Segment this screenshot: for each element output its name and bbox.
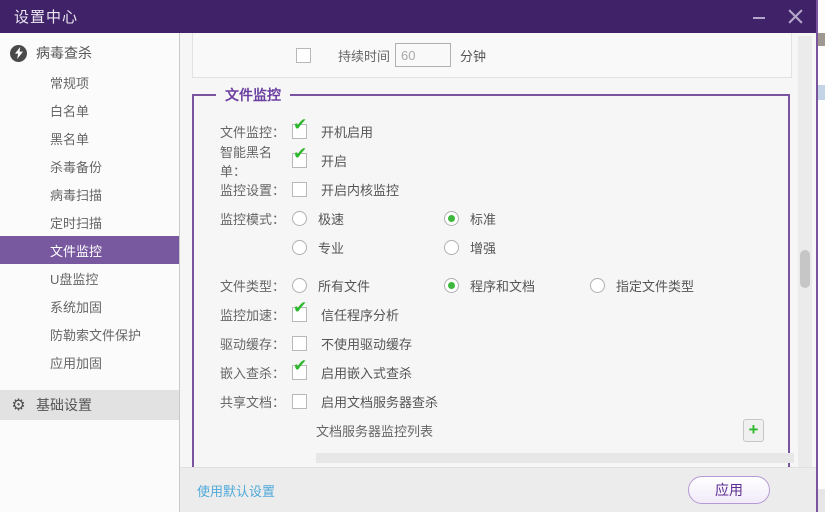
minimize-icon — [751, 9, 767, 25]
close-icon — [787, 8, 804, 25]
file-monitor-section: 文件监控 文件监控： ✔ 开机启用 智能黑名单： ✔ 开启 监控设置 — [192, 94, 790, 467]
radio-type-specified[interactable] — [590, 278, 605, 293]
sidebar-item-app-hardening[interactable]: 应用加固 — [0, 348, 179, 376]
background-gray-block — [818, 489, 825, 512]
sidebar-item-ransomware-protection[interactable]: 防勒索文件保护 — [0, 320, 179, 348]
sidebar-item-blacklist[interactable]: 黑名单 — [0, 124, 179, 152]
window-body: 病毒查杀 常规项 白名单 黑名单 杀毒备份 病毒扫描 定时扫描 文件监控 U盘监… — [0, 33, 816, 512]
minimize-button[interactable] — [748, 6, 770, 28]
duration-input[interactable] — [395, 43, 451, 67]
sidebar-item-virus-scan[interactable]: 病毒扫描 — [0, 180, 179, 208]
server-list-label: 文档服务器监控列表 — [316, 421, 433, 440]
close-button[interactable] — [784, 6, 806, 28]
row-monitor-accel: 监控加速： ✔ 信任程序分析 — [220, 300, 788, 329]
row-file-type: 文件类型： 所有文件 程序和文档 指定文件类型 — [220, 271, 788, 300]
window-controls — [748, 6, 806, 28]
server-list-row: 文档服务器监控列表 + — [220, 416, 788, 445]
sidebar-item-file-monitor[interactable]: 文件监控 — [0, 236, 179, 264]
settings-window: 设置中心 病毒查杀 常规项 白名单 — [0, 0, 818, 512]
doc-server-scan-checkbox[interactable] — [292, 394, 307, 409]
row-shared-docs: 共享文档： 启用文档服务器查杀 — [220, 387, 788, 416]
row-embedded-scan: 嵌入查杀： ✔ 启用嵌入式查杀 — [220, 358, 788, 387]
sidebar-item-scheduled-scan[interactable]: 定时扫描 — [0, 208, 179, 236]
scrollbar[interactable] — [798, 36, 812, 467]
radio-type-all-files[interactable] — [292, 278, 307, 293]
background-blue-block — [818, 85, 825, 100]
trusted-program-checkbox[interactable]: ✔ — [292, 307, 307, 322]
check-icon: ✔ — [293, 357, 307, 374]
background-text-fragment — [818, 33, 825, 46]
plus-icon: + — [749, 420, 759, 439]
row-monitor-mode-1: 监控模式： 极速 标准 — [220, 204, 788, 233]
sidebar-item-system-hardening[interactable]: 系统加固 — [0, 292, 179, 320]
previous-section-partial: 持续时间 分钟 — [192, 33, 792, 78]
radio-type-programs-docs[interactable] — [444, 278, 459, 293]
window-title: 设置中心 — [14, 6, 78, 27]
titlebar: 设置中心 — [0, 0, 816, 33]
section-legend: 文件监控 — [216, 87, 290, 104]
sidebar-item-general[interactable]: 常规项 — [0, 68, 179, 96]
radio-mode-professional[interactable] — [292, 240, 307, 255]
apply-button[interactable]: 应用 — [688, 476, 770, 504]
bolt-circle-icon — [10, 45, 27, 62]
sidebar-group-label: 基础设置 — [36, 395, 92, 415]
gear-icon: ⚙ — [10, 397, 27, 414]
row-file-monitor: 文件监控： ✔ 开机启用 — [220, 117, 788, 146]
scrollbar-thumb[interactable] — [800, 250, 810, 288]
sidebar-group-label: 病毒查杀 — [36, 43, 92, 63]
radio-mode-enhanced[interactable] — [444, 240, 459, 255]
check-icon: ✔ — [293, 145, 307, 162]
sidebar-group-basic-settings[interactable]: ⚙ 基础设置 — [0, 390, 179, 420]
row-smart-blacklist: 智能黑名单： ✔ 开启 — [220, 146, 788, 175]
server-list-box-partial — [316, 453, 794, 463]
radio-mode-standard[interactable] — [444, 211, 459, 226]
kernel-monitor-checkbox[interactable] — [292, 182, 307, 197]
smart-blacklist-checkbox[interactable]: ✔ — [292, 153, 307, 168]
check-icon: ✔ — [293, 116, 307, 133]
radio-mode-fast[interactable] — [292, 211, 307, 226]
sidebar: 病毒查杀 常规项 白名单 黑名单 杀毒备份 病毒扫描 定时扫描 文件监控 U盘监… — [0, 33, 180, 512]
sidebar-item-usb-monitor[interactable]: U盘监控 — [0, 264, 179, 292]
screen: 设置中心 病毒查杀 常规项 白名单 — [0, 0, 825, 512]
settings-scroll-area: 持续时间 分钟 文件监控 文件监控： ✔ 开机启用 智能黑名单： — [180, 33, 816, 467]
row-monitor-mode-2: 专业 增强 — [220, 233, 788, 262]
sidebar-item-av-backup[interactable]: 杀毒备份 — [0, 152, 179, 180]
row-monitor-settings: 监控设置： 开启内核监控 — [220, 175, 788, 204]
file-monitor-checkbox[interactable]: ✔ — [292, 124, 307, 139]
row-driver-cache: 驱动缓存： 不使用驱动缓存 — [220, 329, 788, 358]
use-default-settings-link[interactable]: 使用默认设置 — [197, 481, 275, 500]
sidebar-item-whitelist[interactable]: 白名单 — [0, 96, 179, 124]
duration-unit: 分钟 — [460, 46, 486, 65]
content: 持续时间 分钟 文件监控 文件监控： ✔ 开机启用 智能黑名单： — [180, 33, 816, 512]
duration-label: 持续时间 — [338, 46, 390, 65]
embedded-scan-checkbox[interactable]: ✔ — [292, 365, 307, 380]
add-server-button[interactable]: + — [743, 419, 764, 442]
duration-checkbox[interactable] — [296, 48, 311, 63]
background-window-sliver — [818, 0, 825, 512]
driver-cache-checkbox[interactable] — [292, 336, 307, 351]
sidebar-group-virus-scan[interactable]: 病毒查杀 — [0, 38, 179, 68]
check-icon: ✔ — [293, 299, 307, 316]
footer: 使用默认设置 应用 — [180, 467, 816, 512]
